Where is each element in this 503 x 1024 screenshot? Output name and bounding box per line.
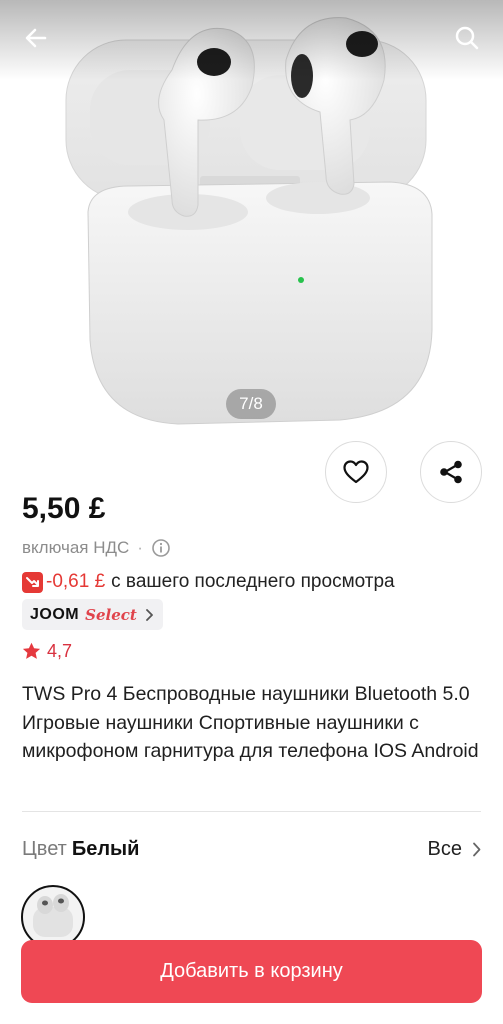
price-drop-text: с вашего последнего просмотра bbox=[111, 571, 395, 592]
product-title: TWS Pro 4 Беспроводные наушники Bluetoot… bbox=[22, 683, 479, 762]
price-drop-row: -0,61 £ с вашего последнего просмотра bbox=[22, 569, 395, 595]
favorite-button[interactable] bbox=[325, 441, 387, 503]
price-drop-icon bbox=[22, 571, 43, 593]
top-gradient bbox=[0, 0, 503, 80]
joom-select-label: Select bbox=[85, 605, 137, 624]
vat-separator: · bbox=[137, 538, 143, 557]
vat-note-row: включая НДС · bbox=[22, 537, 171, 559]
all-variants-link[interactable]: Все bbox=[428, 838, 481, 861]
color-value: Белый bbox=[71, 837, 140, 860]
search-icon bbox=[455, 26, 479, 50]
product-price: 5,50 £ bbox=[22, 492, 106, 525]
color-label: Цвет bbox=[22, 837, 67, 860]
heart-icon bbox=[343, 460, 369, 484]
joom-select-badge[interactable]: JOOM Select bbox=[22, 599, 163, 630]
star-icon bbox=[22, 642, 41, 659]
color-label-group: Цвет Белый bbox=[22, 838, 139, 861]
image-counter: 7/8 bbox=[226, 389, 276, 419]
divider bbox=[22, 811, 481, 812]
joom-brand: JOOM bbox=[30, 605, 80, 623]
info-icon[interactable] bbox=[151, 538, 171, 558]
chevron-right-icon bbox=[145, 608, 153, 621]
search-button[interactable] bbox=[447, 18, 487, 58]
share-button[interactable] bbox=[420, 441, 482, 503]
rating-value: 4,7 bbox=[47, 640, 73, 661]
rating[interactable]: 4,7 bbox=[22, 640, 72, 662]
arrow-left-icon bbox=[25, 28, 47, 48]
back-button[interactable] bbox=[16, 18, 56, 58]
swatch-thumbnail bbox=[33, 894, 73, 937]
price-drop-value: -0,61 £ bbox=[46, 571, 106, 592]
all-variants-label: Все bbox=[427, 837, 462, 860]
vat-note: включая НДС bbox=[22, 538, 130, 557]
chevron-right-icon bbox=[473, 842, 481, 856]
product-image-gallery[interactable]: 7/8 bbox=[0, 0, 503, 432]
share-icon bbox=[440, 460, 462, 484]
add-to-cart-button[interactable]: Добавить в корзину bbox=[21, 940, 482, 1003]
color-selector-row[interactable]: Цвет Белый Все bbox=[22, 835, 481, 863]
